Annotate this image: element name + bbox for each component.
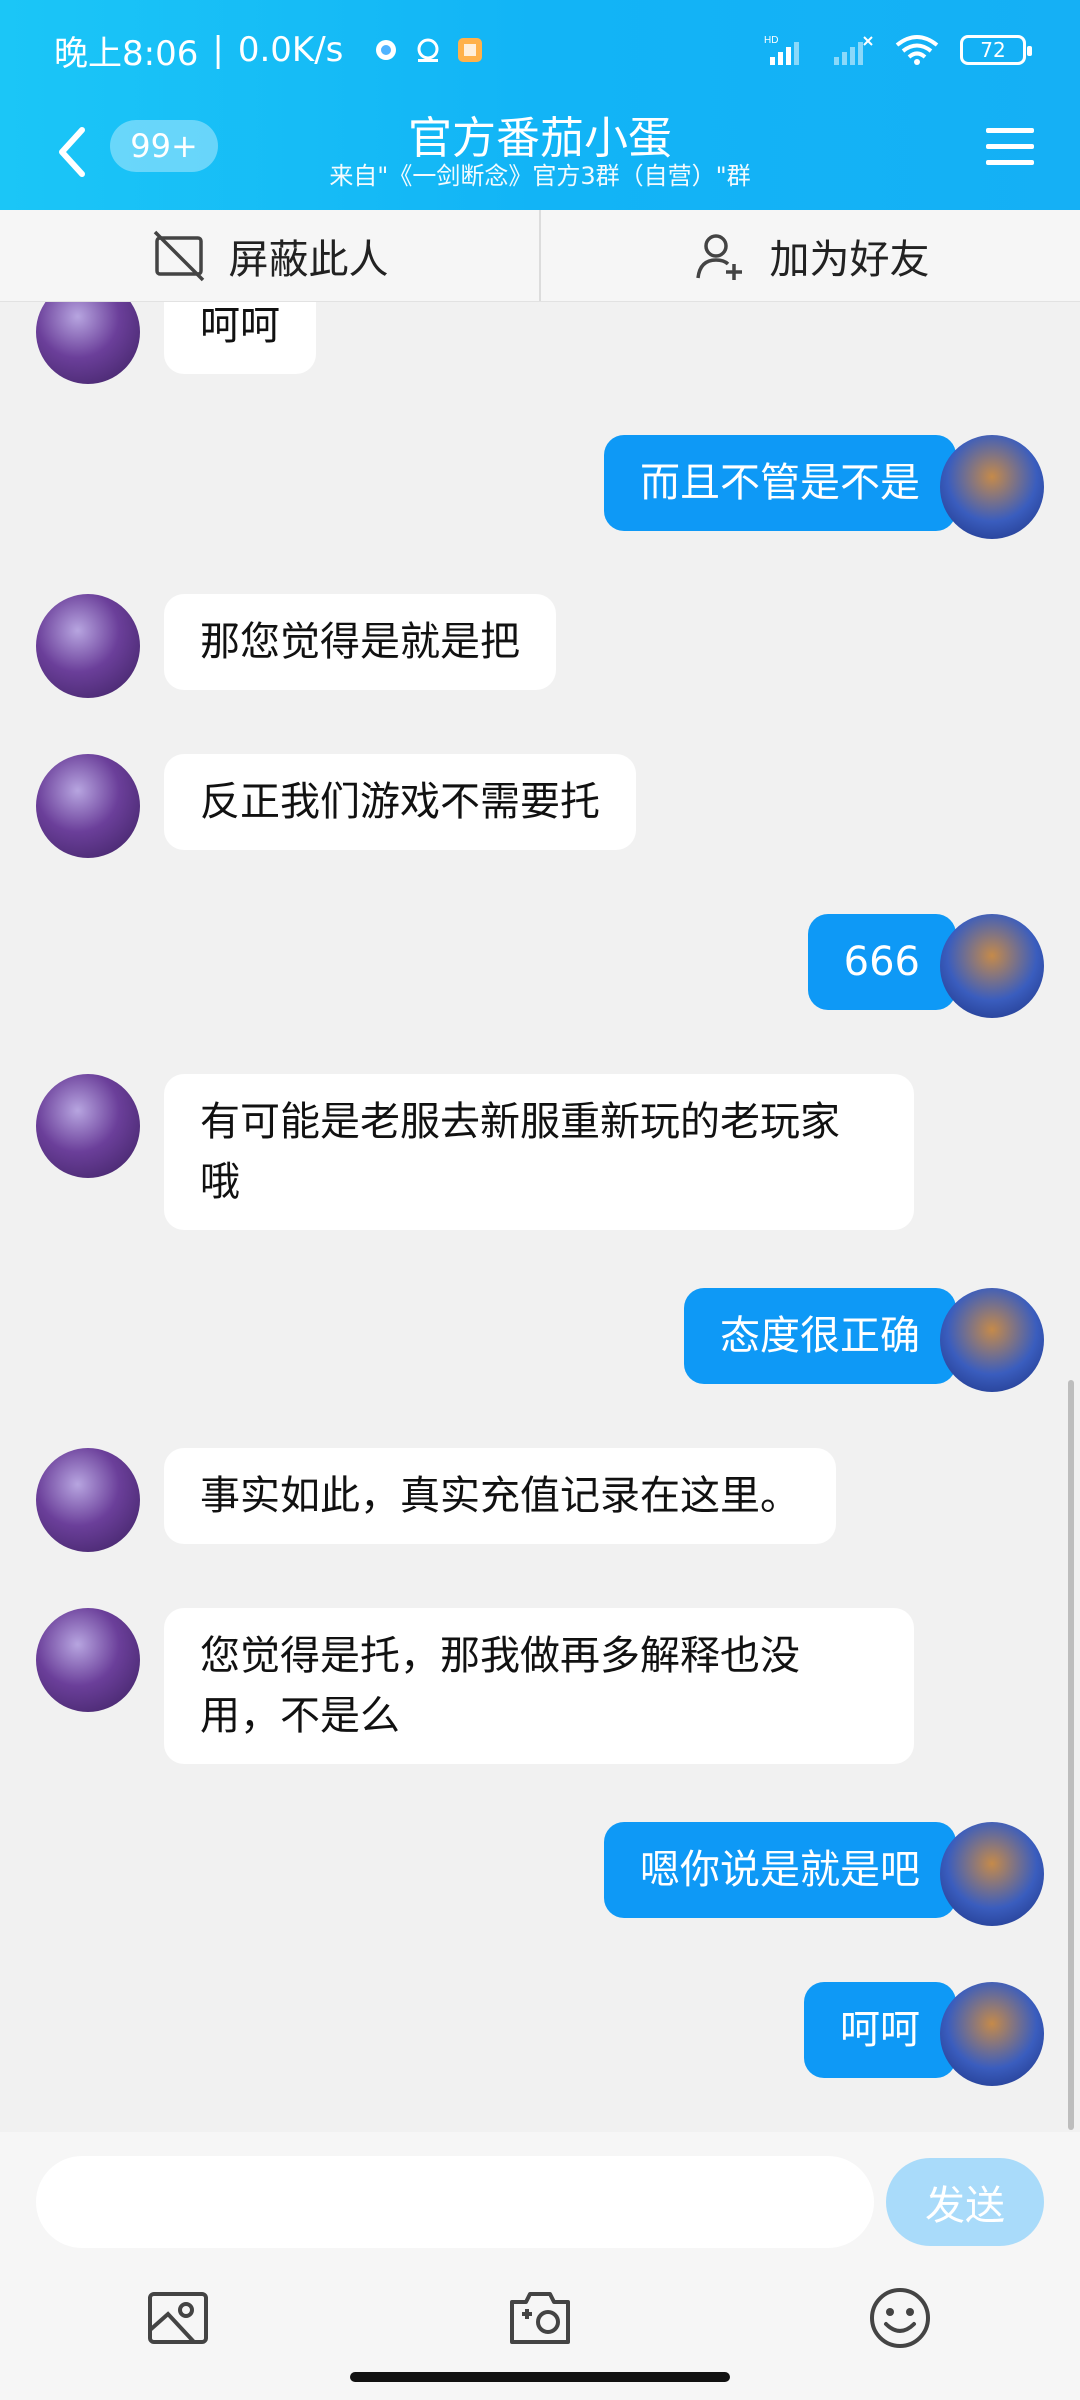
network-speed: 0.0K/s: [237, 30, 344, 70]
battery-indicator: 72: [960, 35, 1032, 65]
status-bar: 晚上8:06 | 0.0K/s HD 72: [0, 0, 1080, 100]
add-friend-icon: [695, 233, 742, 280]
add-friend-button[interactable]: 加为好友: [539, 210, 1080, 301]
photo-icon[interactable]: [146, 2286, 210, 2350]
avatar[interactable]: [940, 1982, 1044, 2086]
send-label: 发送: [925, 2183, 1005, 2229]
action-bar: 屏蔽此人 加为好友: [0, 210, 1080, 302]
avatar[interactable]: [36, 1074, 140, 1178]
message-bubble[interactable]: 有可能是老服去新服重新玩的老玩家哦: [164, 1074, 914, 1230]
message-bubble[interactable]: 态度很正确: [684, 1288, 956, 1384]
chat-message-list[interactable]: 呵呵 而且不管是不是 那您觉得是就是把 反正我们游戏不需要托 666 有可能是老…: [0, 302, 1080, 2132]
block-user-label: 屏蔽此人: [228, 236, 389, 283]
block-user-button[interactable]: 屏蔽此人: [0, 210, 539, 301]
battery-level: 72: [980, 38, 1006, 62]
avatar[interactable]: [940, 914, 1044, 1018]
avatar[interactable]: [36, 594, 140, 698]
message-bubble[interactable]: 嗯你说是就是吧: [604, 1822, 956, 1918]
cell-signal-hd-icon: HD: [764, 35, 799, 65]
page-subtitle: 来自"《一剑断念》官方3群（自营）"群: [329, 162, 751, 190]
svg-text:HD: HD: [764, 35, 778, 46]
avatar[interactable]: [36, 754, 140, 858]
title-row: 99+ 官方番茄小蛋 来自"《一剑断念》官方3群（自营）"群: [0, 100, 1080, 210]
camera-icon[interactable]: [508, 2286, 572, 2350]
message-bubble[interactable]: 而且不管是不是: [604, 435, 956, 531]
avatar[interactable]: [36, 1608, 140, 1712]
status-left: 晚上8:06 | 0.0K/s: [54, 26, 485, 75]
browser-notification-icon: [417, 38, 439, 62]
message-bubble[interactable]: 反正我们游戏不需要托: [164, 754, 636, 850]
avatar[interactable]: [36, 1448, 140, 1552]
composer: 发送: [0, 2132, 1080, 2400]
send-button[interactable]: 发送: [886, 2158, 1044, 2246]
notification-icons: [371, 35, 485, 65]
avatar[interactable]: [940, 1822, 1044, 1926]
gallery-notification-icon: [458, 38, 483, 62]
emoji-icon[interactable]: [868, 2286, 932, 2350]
avatar[interactable]: [36, 302, 140, 384]
status-time: 晚上8:06: [54, 33, 199, 74]
cell-signal-icon: [834, 36, 873, 65]
message-bubble[interactable]: 666: [807, 914, 956, 1010]
message-bubble[interactable]: 那您觉得是就是把: [164, 594, 556, 690]
message-bubble[interactable]: 事实如此，真实充值记录在这里。: [164, 1448, 836, 1544]
status-separator: |: [212, 30, 224, 70]
message-bubble[interactable]: 呵呵: [804, 1982, 956, 2078]
status-right: HD 72: [764, 33, 1032, 67]
chat-header: 晚上8:06 | 0.0K/s HD 72 99+ 官方番茄小蛋 来自"《一剑断…: [0, 0, 1080, 210]
hamburger-menu-icon[interactable]: [982, 122, 1038, 172]
chat-scrollbar[interactable]: [1068, 1380, 1074, 2130]
wifi-icon: [895, 35, 939, 65]
avatar[interactable]: [940, 435, 1044, 539]
app-notification-icon: [376, 40, 397, 60]
message-bubble[interactable]: 您觉得是托，那我做再多解释也没用，不是么: [164, 1608, 914, 1764]
message-bubble[interactable]: 呵呵: [164, 302, 316, 374]
avatar[interactable]: [940, 1288, 1044, 1392]
add-friend-label: 加为好友: [769, 236, 930, 283]
home-indicator[interactable]: [350, 2372, 730, 2382]
message-input[interactable]: [36, 2156, 874, 2248]
block-user-icon: [153, 230, 204, 281]
